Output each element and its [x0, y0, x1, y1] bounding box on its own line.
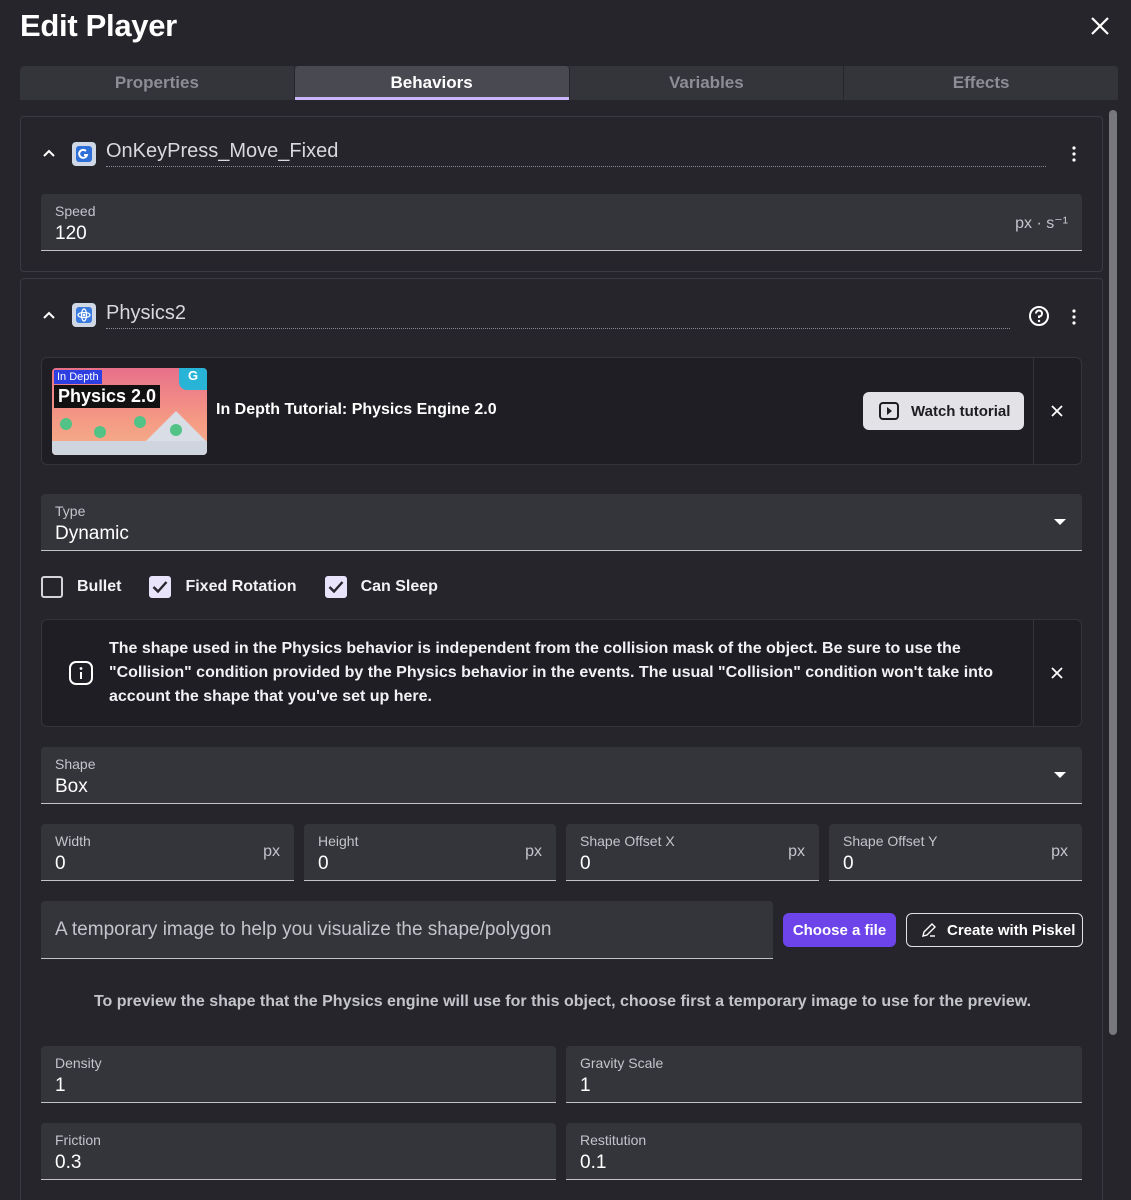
dismiss-info-icon[interactable] [1049, 665, 1065, 681]
type-value: Dynamic [55, 523, 129, 544]
behavior-panel-onkeypress: OnKeyPress_Move_Fixed Speed 120 px · s⁻¹ [20, 116, 1103, 272]
preview-note: To preview the shape that the Physics en… [93, 993, 1032, 1010]
shape-offset-x-field[interactable]: Shape Offset X 0 px [566, 824, 819, 881]
height-unit: px [525, 843, 542, 860]
behavior-name[interactable]: OnKeyPress_Move_Fixed [106, 140, 1046, 167]
pencil-icon [922, 923, 936, 937]
type-label: Type [55, 503, 86, 519]
info-icon [69, 661, 93, 685]
dropdown-arrow-icon [1054, 772, 1066, 778]
checkbox-box [149, 576, 172, 598]
can-sleep-label: Can Sleep [360, 578, 438, 595]
more-options-button[interactable] [1067, 144, 1081, 164]
height-label: Height [318, 833, 359, 849]
shape-offset-x-unit: px [788, 843, 805, 860]
behavior-icon [72, 142, 96, 166]
type-select[interactable]: Type Dynamic [41, 494, 1082, 551]
gdevelop-logo-icon: G [179, 368, 207, 390]
physics-options: Bullet Fixed Rotation Can Sleep [41, 574, 466, 600]
friction-label: Friction [55, 1132, 101, 1148]
friction-field[interactable]: Friction 0.3 [41, 1123, 556, 1180]
fixed-rotation-checkbox[interactable]: Fixed Rotation [149, 574, 297, 600]
help-icon [1029, 306, 1049, 326]
create-with-piskel-button[interactable]: Create with Piskel [906, 913, 1083, 947]
chevron-up-icon[interactable] [41, 307, 57, 323]
help-button[interactable] [1028, 305, 1050, 327]
shape-offset-x-label: Shape Offset X [580, 833, 675, 849]
shape-offset-y-field[interactable]: Shape Offset Y 0 px [829, 824, 1082, 881]
speed-field[interactable]: Speed 120 px · s⁻¹ [41, 194, 1082, 251]
tab-bar: Properties Behaviors Variables Effects [20, 66, 1118, 100]
checkmark-icon [153, 581, 168, 594]
scrollbar-thumb[interactable] [1109, 110, 1117, 1035]
shape-label: Shape [55, 756, 96, 772]
info-alert: The shape used in the Physics behavior i… [41, 619, 1082, 727]
tutorial-card: In Depth Physics 2.0 G In Depth Tutorial… [41, 357, 1082, 465]
tutorial-thumbnail[interactable]: In Depth Physics 2.0 G [52, 368, 207, 455]
dropdown-arrow-icon [1054, 519, 1066, 525]
physics-icon [72, 303, 96, 327]
watch-tutorial-button[interactable]: Watch tutorial [863, 392, 1024, 430]
friction-value: 0.3 [55, 1152, 82, 1173]
width-unit: px [263, 843, 280, 860]
thumbnail-title: Physics 2.0 [54, 385, 161, 408]
choose-file-button[interactable]: Choose a file [783, 913, 896, 947]
checkbox-box [41, 576, 63, 598]
dialog-title: Edit Player [20, 8, 177, 43]
tab-properties[interactable]: Properties [20, 66, 295, 100]
gravity-scale-value: 1 [580, 1075, 591, 1096]
height-field[interactable]: Height 0 px [304, 824, 556, 881]
close-dialog-button[interactable] [1084, 10, 1116, 42]
behavior-name[interactable]: Physics2 [106, 302, 1010, 329]
tab-behaviors[interactable]: Behaviors [294, 66, 570, 100]
width-value: 0 [55, 853, 66, 874]
tab-effects[interactable]: Effects [844, 66, 1118, 100]
shape-offset-y-value: 0 [843, 853, 854, 874]
shape-offset-x-value: 0 [580, 853, 591, 874]
behavior-panel-physics2: Physics2 In Depth Physics 2.0 G In Depth [20, 278, 1103, 1200]
shape-offset-y-unit: px [1051, 843, 1068, 860]
shape-select[interactable]: Shape Box [41, 747, 1082, 804]
watch-tutorial-label: Watch tutorial [911, 402, 1011, 420]
dismiss-tutorial-icon[interactable] [1049, 403, 1065, 419]
speed-label: Speed [55, 203, 96, 219]
close-icon [1091, 17, 1109, 35]
can-sleep-checkbox[interactable]: Can Sleep [324, 574, 438, 600]
density-value: 1 [55, 1075, 66, 1096]
restitution-field[interactable]: Restitution 0.1 [566, 1123, 1082, 1180]
restitution-value: 0.1 [580, 1152, 607, 1173]
height-value: 0 [318, 853, 329, 874]
density-label: Density [55, 1055, 102, 1071]
thumbnail-badge: In Depth [54, 370, 102, 384]
shape-offset-y-label: Shape Offset Y [843, 833, 938, 849]
fixed-rotation-label: Fixed Rotation [185, 578, 297, 595]
kebab-icon [1072, 309, 1076, 325]
speed-unit: px · s⁻¹ [1015, 215, 1068, 232]
shape-value: Box [55, 776, 88, 797]
gravity-scale-field[interactable]: Gravity Scale 1 [566, 1046, 1082, 1103]
temporary-image-placeholder: A temporary image to help you visualize … [55, 919, 552, 940]
behaviors-list: OnKeyPress_Move_Fixed Speed 120 px · s⁻¹… [20, 108, 1104, 1200]
restitution-label: Restitution [580, 1132, 647, 1148]
piskel-label: Create with Piskel [947, 921, 1076, 939]
play-icon [879, 402, 899, 420]
temporary-image-field[interactable]: A temporary image to help you visualize … [41, 901, 773, 959]
checkmark-icon [328, 581, 343, 594]
bullet-label: Bullet [77, 578, 122, 595]
chevron-up-icon[interactable] [41, 145, 57, 161]
kebab-icon [1072, 146, 1076, 162]
gravity-scale-label: Gravity Scale [580, 1055, 664, 1071]
tutorial-title: In Depth Tutorial: Physics Engine 2.0 [216, 401, 497, 418]
width-label: Width [55, 833, 91, 849]
more-options-button[interactable] [1067, 307, 1081, 327]
density-field[interactable]: Density 1 [41, 1046, 556, 1103]
checkbox-box [324, 576, 347, 598]
tab-variables[interactable]: Variables [570, 66, 845, 100]
width-field[interactable]: Width 0 px [41, 824, 294, 881]
info-text: The shape used in the Physics behavior i… [109, 640, 994, 705]
bullet-checkbox[interactable]: Bullet [41, 574, 121, 600]
speed-value: 120 [55, 223, 87, 244]
